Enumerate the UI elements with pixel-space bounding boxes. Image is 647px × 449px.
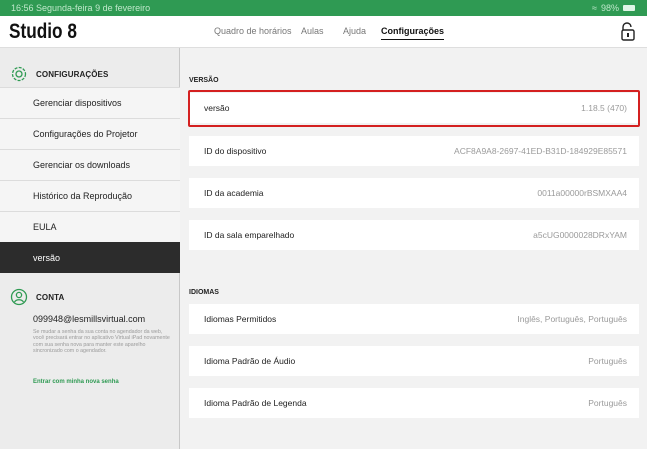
sidebar-item-manage-devices[interactable]: Gerenciar dispositivos — [0, 87, 180, 118]
paired-room-id-row: ID da sala emparelhado a5cUG0000028DRxYA… — [189, 220, 639, 250]
sidebar-item-eula[interactable]: EULA — [0, 211, 180, 242]
account-email: 099948@lesmillsvirtual.com — [33, 314, 146, 324]
sidebar-item-manage-downloads[interactable]: Gerenciar os downloads — [0, 149, 180, 180]
row-label: ID do dispositivo — [204, 146, 267, 156]
version-row: versão 1.18.5 (470) — [189, 93, 639, 123]
settings-heading-label: CONFIGURAÇÕES — [36, 69, 109, 79]
account-heading-label: CONTA — [36, 292, 65, 302]
tab-schedule[interactable]: Quadro de horários — [214, 26, 292, 36]
tab-settings[interactable]: Configurações — [381, 26, 445, 40]
status-indicators: ≈ 98% — [592, 3, 635, 13]
row-label: Idioma Padrão de Legenda — [204, 398, 307, 408]
default-audio-language-row[interactable]: Idioma Padrão de Áudio Português — [189, 346, 639, 376]
version-section-heading: VERSÃO — [189, 77, 219, 84]
account-section-heading: CONTA — [10, 288, 64, 306]
sign-in-new-password-link[interactable]: Entrar com minha nova senha — [33, 379, 119, 385]
sidebar: CONFIGURAÇÕES Gerenciar dispositivos Con… — [0, 48, 180, 449]
unlock-icon[interactable] — [619, 22, 637, 42]
device-id-value: ACF8A9A8-2697-41ED-B31D-184929E85571 — [454, 146, 627, 156]
battery-icon — [623, 5, 635, 11]
row-label: ID da sala emparelhado — [204, 230, 295, 240]
user-icon — [10, 288, 28, 306]
default-audio-language-value: Português — [588, 356, 627, 366]
settings-section-heading: CONFIGURAÇÕES — [10, 65, 108, 83]
sidebar-item-projector-settings[interactable]: Configurações do Projetor — [0, 118, 180, 149]
tab-help[interactable]: Ajuda — [343, 26, 366, 36]
version-value: 1.18.5 (470) — [581, 103, 627, 113]
row-label: ID da academia — [204, 188, 264, 198]
sidebar-item-playback-history[interactable]: Histórico da Reprodução — [0, 180, 180, 211]
account-note: Se mudar a senha da sua conta no agendad… — [33, 329, 170, 355]
app-title: Studio 8 — [9, 20, 77, 43]
default-subtitle-language-value: Português — [588, 398, 627, 408]
row-label: Idiomas Permitidos — [204, 314, 277, 324]
academy-id-row: ID da academia 0011a00000rBSMXAA4 — [189, 178, 639, 208]
paired-room-id-value: a5cUG0000028DRxYAM — [533, 230, 627, 240]
allowed-languages-value: Inglês, Português, Português — [517, 314, 627, 324]
row-label: Idioma Padrão de Áudio — [204, 356, 296, 366]
allowed-languages-row[interactable]: Idiomas Permitidos Inglês, Português, Po… — [189, 304, 639, 334]
status-time: 16:56 Segunda-feira 9 de fevereiro — [11, 3, 151, 13]
tab-classes[interactable]: Aulas — [301, 26, 324, 36]
academy-id-value: 0011a00000rBSMXAA4 — [537, 188, 627, 198]
app-header: Studio 8 Quadro de horários Aulas Ajuda … — [0, 16, 647, 48]
wifi-icon: ≈ — [592, 3, 597, 13]
row-label: versão — [204, 103, 230, 113]
device-id-row: ID do dispositivo ACF8A9A8-2697-41ED-B31… — [189, 136, 639, 166]
languages-section-heading: IDIOMAS — [189, 289, 219, 296]
status-bar: 16:56 Segunda-feira 9 de fevereiro ≈ 98% — [0, 0, 647, 16]
settings-content: VERSÃO versão 1.18.5 (470) ID do disposi… — [181, 48, 647, 449]
sidebar-item-version[interactable]: versão — [0, 242, 180, 273]
gear-icon — [11, 66, 27, 82]
default-subtitle-language-row[interactable]: Idioma Padrão de Legenda Português — [189, 388, 639, 418]
battery-percent: 98% — [600, 3, 619, 13]
